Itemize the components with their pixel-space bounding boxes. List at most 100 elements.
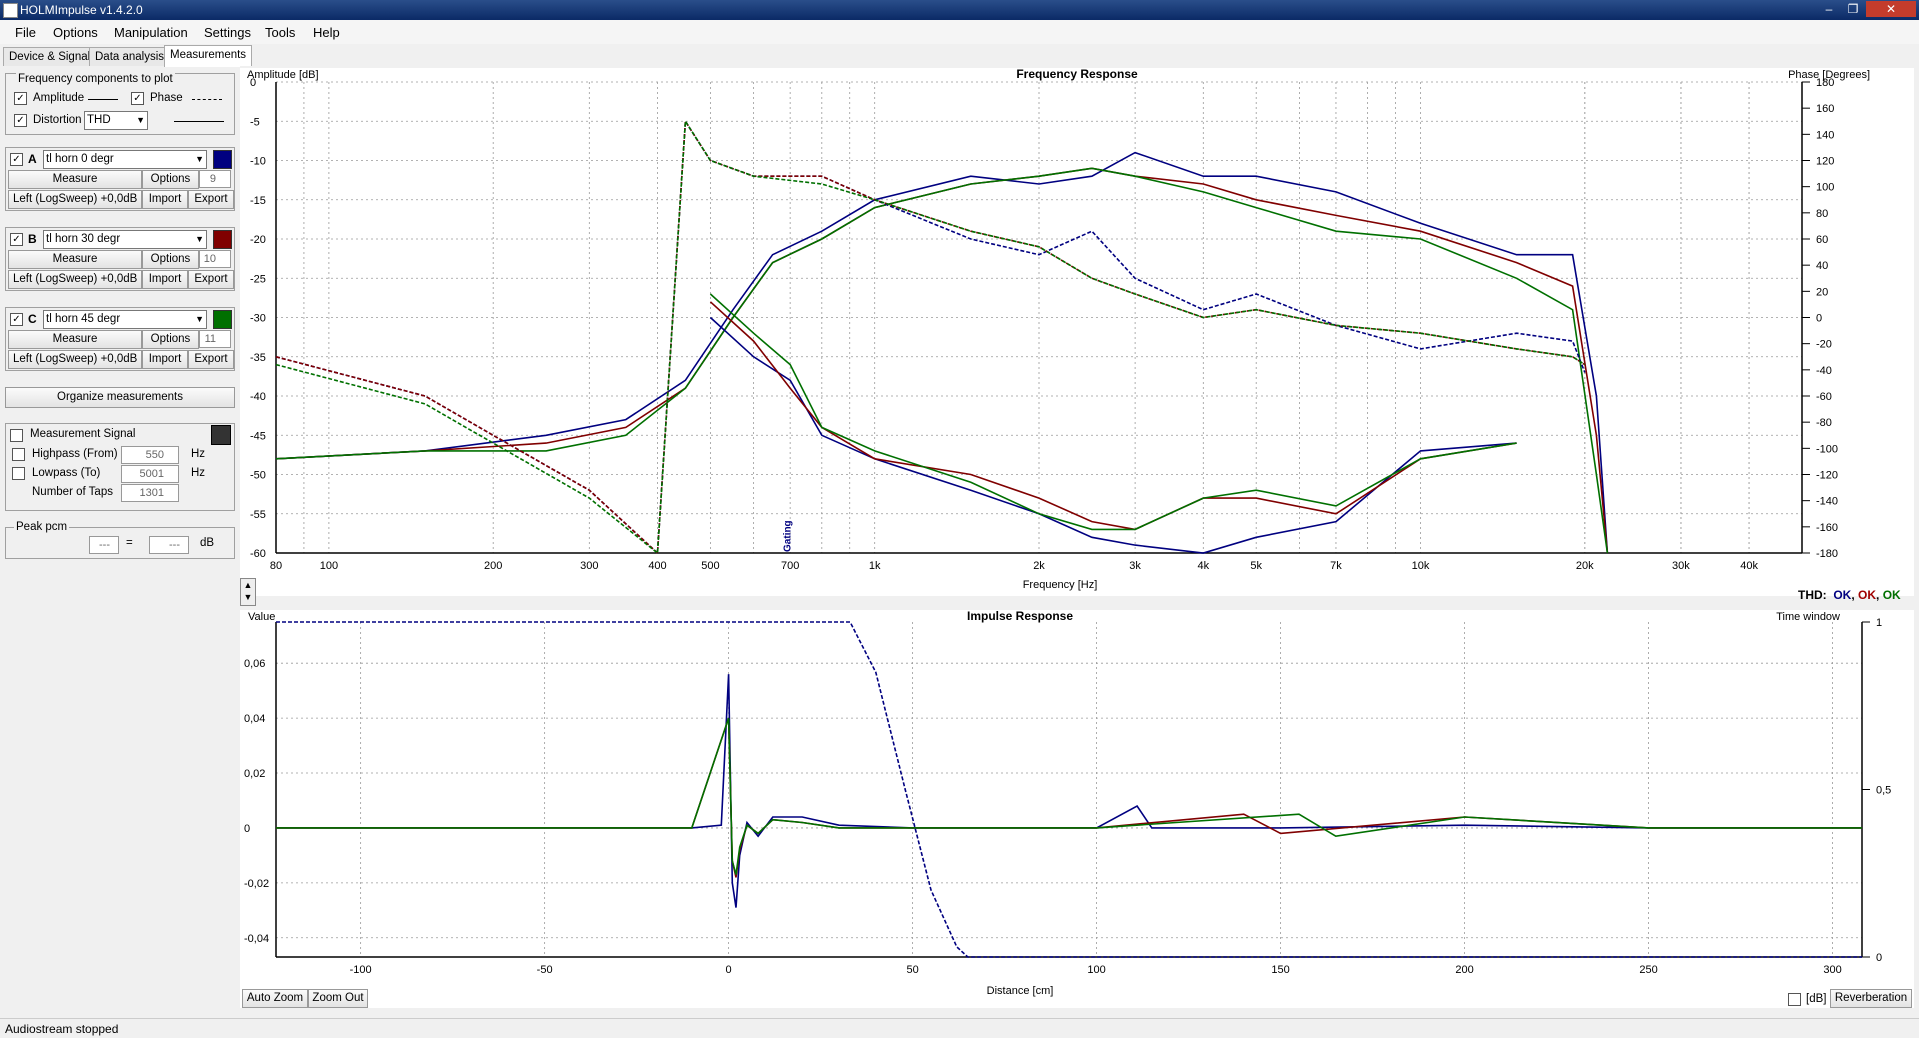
spin-b[interactable]: 10 [199,250,231,268]
measurement-a-select[interactable]: tl horn 0 degr ▼ [43,150,207,169]
maximize-icon[interactable]: ❐ [1842,1,1864,17]
highpass-input[interactable]: 550 [121,446,179,464]
frequency-response-panel: 80 100 200 300 400 500 700 1k 2k 3k 4k 5k 7k 10k 20k 30… [240,67,1914,596]
measurement-a-letter: A [28,152,37,166]
import-c-button[interactable]: Import [142,350,188,369]
close-icon[interactable]: ✕ [1866,1,1916,17]
signal-color[interactable] [211,425,231,445]
y2-tick-label: 100 [1816,182,1834,194]
measurement-c-letter: C [28,312,37,326]
measurement-c-color[interactable] [213,310,232,329]
x-tick-label: 0 [726,964,732,976]
peak-value-1: --- [89,536,119,554]
y2-tick-label: 60 [1816,234,1828,246]
measurement-b-panel: ✓ B tl horn 30 degr ▼ Measure Options 10 … [5,227,235,291]
y2-tick-label: 80 [1816,208,1828,220]
export-c-button[interactable]: Export [188,350,234,369]
measurement-c-panel: ✓ C tl horn 45 degr ▼ Measure Options 11 … [5,307,235,371]
measurement-c-name: tl horn 45 degr [46,313,121,325]
distortion-select[interactable]: THD ▼ [84,111,148,130]
x-tick-label: 400 [648,560,666,572]
import-b-button[interactable]: Import [142,270,188,289]
series-line [276,717,1862,878]
measure-c-button[interactable]: Measure [8,330,142,349]
y2-axis-label: Time window [1776,611,1840,623]
distortion-label: Distortion [33,114,82,126]
x-tick-label: 100 [320,560,338,572]
y-tick-label: -30 [250,313,266,325]
db-checkbox[interactable] [1788,993,1801,1006]
measurement-a-checkbox[interactable]: ✓ [10,153,23,166]
channel-c-button[interactable]: Left (LogSweep) +0,0dB [8,350,142,369]
x-tick-label: 80 [270,560,282,572]
menu-tools[interactable]: Tools [265,25,295,40]
measurement-b-color[interactable] [213,230,232,249]
options-a-button[interactable]: Options [142,170,199,189]
y-tick-label: -50 [250,470,266,482]
gating-annotation: Gating [783,520,794,552]
spin-a[interactable]: 9 [199,170,231,188]
menu-manipulation[interactable]: Manipulation [114,25,188,40]
tab-device-signal[interactable]: Device & Signal [3,47,97,66]
status-text: Audiostream stopped [5,1022,119,1036]
menu-settings[interactable]: Settings [204,25,251,40]
export-a-button[interactable]: Export [188,190,234,209]
reverberation-button[interactable]: Reverberation [1830,989,1912,1008]
series-line [275,151,1609,554]
window-title: HOLMImpulse v1.4.2.0 [20,3,143,17]
tab-measurements[interactable]: Measurements [164,45,253,67]
export-b-button[interactable]: Export [188,270,234,289]
x-tick-label: 150 [1271,964,1289,976]
import-a-button[interactable]: Import [142,190,188,209]
y2-tick-label: 40 [1816,260,1828,272]
options-c-button[interactable]: Options [142,330,199,349]
y2-tick-label: 140 [1816,129,1834,141]
menu-file[interactable]: File [15,25,36,40]
channel-b-button[interactable]: Left (LogSweep) +0,0dB [8,270,142,289]
frequency-response-chart[interactable]: 80 100 200 300 400 500 700 1k 2k 3k 4k 5k 7k 10k 20k 30… [240,67,1914,596]
minimize-icon[interactable]: – [1818,1,1840,17]
y-axis-label: Value [248,611,275,623]
impulse-response-chart[interactable]: -100 -50 0 50 100 150 200 250 300 0,06 0,04 0,02 0 -0… [240,609,1914,1008]
measure-b-button[interactable]: Measure [8,250,142,269]
amplitude-checkbox[interactable]: ✓ [14,92,27,105]
tab-data-analysis[interactable]: Data analysis [89,47,171,66]
taps-input[interactable]: 1301 [121,484,179,502]
x-tick-label: 250 [1639,964,1657,976]
spin-c[interactable]: 11 [199,330,231,348]
measurement-signal-checkbox[interactable] [10,429,23,442]
y-tick-label: -0,04 [244,933,269,945]
phase-checkbox[interactable]: ✓ [131,92,144,105]
y2-tick-label: -60 [1816,391,1832,403]
highpass-checkbox[interactable] [12,448,25,461]
measurement-b-checkbox[interactable]: ✓ [10,233,23,246]
options-b-button[interactable]: Options [142,250,199,269]
menu-bar: File Options Manipulation Settings Tools… [0,20,1919,44]
chevron-down-icon: ▼ [195,154,204,164]
measurement-b-select[interactable]: tl horn 30 degr ▼ [43,230,207,249]
lowpass-input[interactable]: 5001 [121,465,179,483]
measurement-c-checkbox[interactable]: ✓ [10,313,23,326]
distortion-checkbox[interactable]: ✓ [14,114,27,127]
splitter-toggle[interactable]: ▲ ▼ [240,578,256,606]
chevron-down-icon: ▼ [136,115,145,125]
channel-a-button[interactable]: Left (LogSweep) +0,0dB [8,190,142,209]
measure-a-button[interactable]: Measure [8,170,142,189]
organize-measurements-button[interactable]: Organize measurements [5,387,235,408]
series-line [276,621,1862,958]
lowpass-checkbox[interactable] [12,467,25,480]
measurement-signal-label: Measurement Signal [30,428,136,440]
y-tick-label: -0,02 [244,878,269,890]
x-tick-label: 3k [1129,560,1141,572]
menu-options[interactable]: Options [53,25,98,40]
auto-zoom-button[interactable]: Auto Zoom [242,989,308,1008]
measurement-a-color[interactable] [213,150,232,169]
thd-label: THD: [1798,588,1827,602]
measurement-b-letter: B [28,232,37,246]
y-tick-label: -25 [250,273,266,285]
x-tick-label: 30k [1672,560,1690,572]
measurement-c-select[interactable]: tl horn 45 degr ▼ [43,310,207,329]
zoom-out-button[interactable]: Zoom Out [308,989,368,1008]
amplitude-line-sample [88,99,118,100]
menu-help[interactable]: Help [313,25,340,40]
